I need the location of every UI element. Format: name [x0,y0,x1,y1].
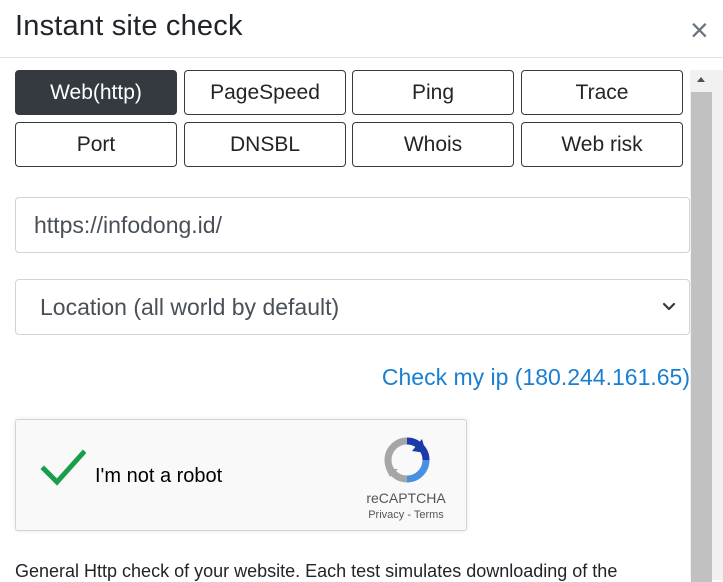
location-select-value: Location (all world by default) [40,293,340,320]
check-description: General Http check of your website. Each… [15,561,618,581]
tab-ping[interactable]: Ping [352,70,514,115]
tab-pagespeed[interactable]: PageSpeed [184,70,346,115]
scrollbar-thumb[interactable] [691,92,712,582]
recaptcha-links: Privacy - Terms [361,509,451,521]
tab-web-risk[interactable]: Web risk [521,122,683,167]
modal-header: Instant site check × [0,0,723,58]
chevron-down-icon [662,302,676,311]
location-select[interactable]: Location (all world by default) [15,279,690,335]
scroll-up-arrow-icon[interactable] [690,70,723,90]
recaptcha-logo-icon [384,437,430,483]
page-title: Instant site check [15,10,243,42]
recaptcha-brand: reCAPTCHA [366,490,446,506]
scrollbar[interactable] [690,70,723,582]
recaptcha-link-separator: - [404,509,414,521]
captcha-label: I'm not a robot [95,465,223,487]
tab-web-http[interactable]: Web(http) [15,70,177,115]
tab-port[interactable]: Port [15,122,177,167]
close-icon[interactable]: × [690,14,709,46]
url-input[interactable]: https://infodong.id/ [15,197,690,253]
recaptcha-widget: I'm not a robot reCAPTCHA Privacy - Term… [15,419,467,531]
tab-dnsbl[interactable]: DNSBL [184,122,346,167]
recaptcha-terms-link[interactable]: Terms [414,509,444,521]
checkmark-icon[interactable] [40,448,86,488]
recaptcha-privacy-link[interactable]: Privacy [368,509,404,521]
tab-trace[interactable]: Trace [521,70,683,115]
tab-whois[interactable]: Whois [352,122,514,167]
check-my-ip-link[interactable]: Check my ip (180.244.161.65) [382,364,690,391]
